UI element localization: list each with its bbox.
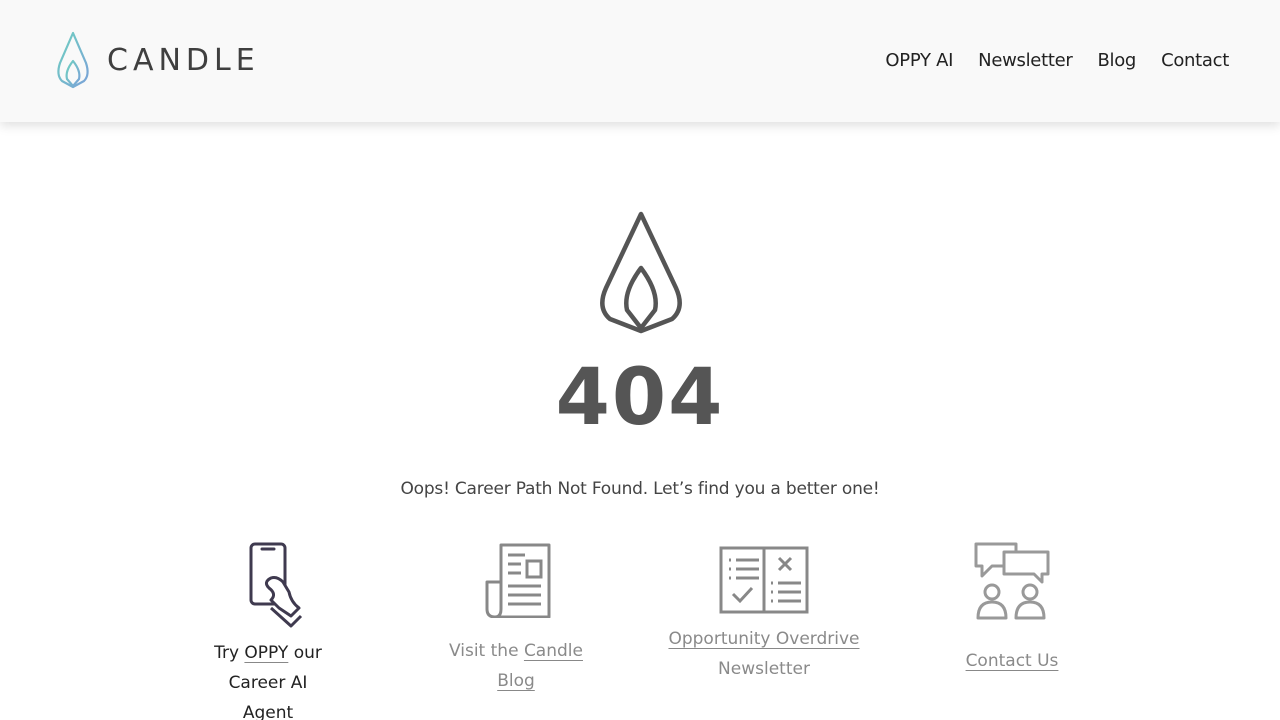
flame-icon: [600, 211, 682, 334]
nav-oppy-ai[interactable]: OPPY AI: [885, 48, 953, 74]
newspaper-icon: [485, 543, 551, 618]
logo-link[interactable]: CANDLE: [52, 31, 260, 89]
opportunity-overdrive-link[interactable]: Opportunity Overdrive: [668, 629, 859, 649]
nav-contact[interactable]: Contact: [1161, 48, 1229, 74]
main-nav: OPPY AI Newsletter Blog Contact: [885, 48, 1229, 74]
site-header: CANDLE OPPY AI Newsletter Blog Contact: [0, 0, 1280, 122]
error-code: 404: [555, 353, 725, 443]
card-newsletter: Opportunity Overdrive Newsletter: [654, 546, 874, 684]
card-blog-text: Visit the Candle Blog: [441, 636, 591, 696]
candle-logo-icon: [57, 31, 89, 89]
card-contact-text: Contact Us: [902, 646, 1122, 676]
people-chat-icon: [974, 542, 1050, 620]
error-message: Oops! Career Path Not Found. Let’s find …: [400, 479, 880, 499]
nav-newsletter[interactable]: Newsletter: [978, 48, 1073, 74]
nav-blog[interactable]: Blog: [1097, 48, 1136, 74]
oppy-link[interactable]: OPPY: [244, 643, 288, 663]
card-newsletter-text: Opportunity Overdrive Newsletter: [654, 624, 874, 684]
phone-hand-icon: [249, 542, 303, 628]
brand-name: CANDLE: [107, 42, 260, 78]
contact-us-link[interactable]: Contact Us: [966, 651, 1059, 671]
card-contact: Contact Us: [902, 540, 1122, 676]
card-blog-prefix: Visit the: [449, 641, 524, 661]
card-oppy-prefix: Try: [214, 643, 245, 663]
card-newsletter-suffix: Newsletter: [718, 659, 810, 679]
card-oppy: Try OPPY our Career AI Agent: [158, 542, 378, 720]
card-oppy-text: Try OPPY our Career AI Agent: [208, 638, 328, 720]
card-blog: Visit the Candle Blog: [406, 542, 626, 696]
checklist-icon: [719, 546, 809, 614]
